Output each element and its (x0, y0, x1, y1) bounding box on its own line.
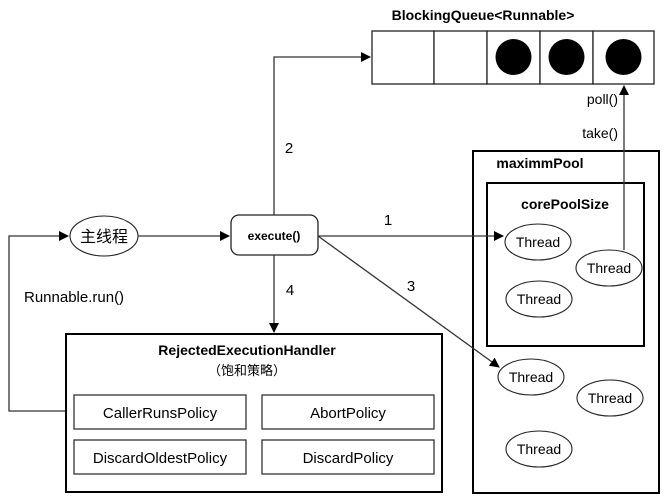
arrow-label-1: 1 (384, 212, 392, 229)
svg-text:Thread: Thread (588, 390, 632, 406)
queue-slot (433, 30, 488, 85)
core-pool-title: corePoolSize (521, 196, 609, 212)
max-thread: Thread (576, 379, 644, 417)
queued-task (495, 39, 532, 75)
core-thread: Thread (575, 249, 643, 287)
main-thread-node: 主线程 (69, 215, 139, 257)
svg-text:DiscardOldestPolicy: DiscardOldestPolicy (93, 450, 228, 467)
svg-text:CallerRunsPolicy: CallerRunsPolicy (103, 405, 218, 422)
policy-discard-oldest: DiscardOldestPolicy (73, 439, 247, 475)
arrow-label-3: 3 (407, 278, 415, 295)
thread-pool-diagram: BlockingQueue<Runnable> poll() take() ma… (8, 7, 660, 494)
handler-subtitle: （饱和策略） (208, 363, 286, 378)
svg-text:execute(): execute() (248, 229, 301, 243)
svg-text:Thread: Thread (509, 369, 553, 385)
svg-text:Thread: Thread (517, 441, 561, 457)
arrow-label-2: 2 (285, 140, 293, 157)
queue-title: BlockingQueue<Runnable> (392, 7, 575, 23)
max-pool-title: maximmPool (496, 155, 583, 171)
svg-text:DiscardPolicy: DiscardPolicy (303, 450, 394, 467)
blocking-queue (371, 30, 655, 85)
poll-label: poll() (587, 91, 618, 107)
runnable-run-label: Runnable.run() (24, 289, 124, 306)
svg-text:Thread: Thread (587, 260, 631, 276)
runnable-run-arrow (8, 231, 73, 412)
svg-text:Thread: Thread (516, 234, 560, 250)
queued-task (548, 39, 585, 75)
core-thread: Thread (504, 223, 572, 261)
arrow-label-4: 4 (286, 282, 294, 299)
arrow-2-to-queue (273, 52, 371, 215)
max-thread: Thread (497, 358, 565, 396)
svg-text:AbortPolicy: AbortPolicy (310, 405, 386, 422)
execute-node: execute() (230, 214, 319, 256)
queue-slot (371, 30, 435, 85)
queued-task (605, 39, 642, 75)
core-thread: Thread (505, 280, 573, 318)
svg-text:Thread: Thread (517, 291, 561, 307)
policy-caller-runs: CallerRunsPolicy (73, 394, 247, 430)
svg-text:主线程: 主线程 (80, 228, 128, 246)
policy-discard: DiscardPolicy (261, 439, 435, 475)
handler-title: RejectedExecutionHandler (158, 342, 336, 358)
policy-abort: AbortPolicy (261, 394, 435, 430)
take-label: take() (582, 125, 618, 141)
max-thread: Thread (505, 430, 573, 468)
